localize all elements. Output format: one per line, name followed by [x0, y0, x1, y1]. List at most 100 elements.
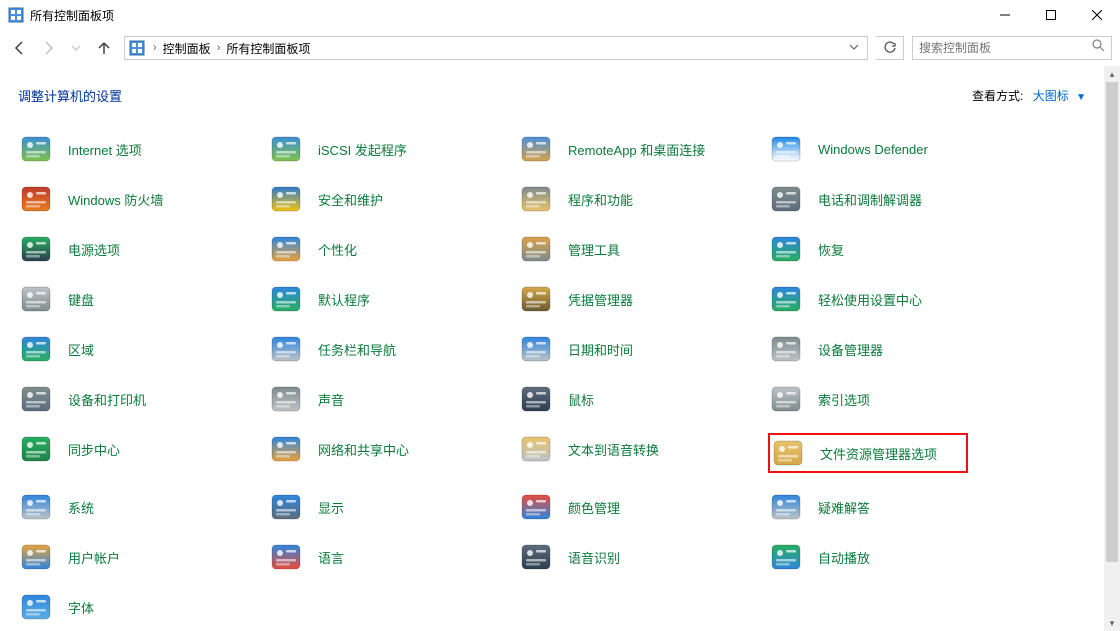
control-panel-item[interactable]: 设备管理器	[768, 333, 1018, 365]
item-label: 鼠标	[568, 390, 594, 409]
item-label: Internet 选项	[68, 140, 142, 159]
scroll-down-icon[interactable]: ▾	[1104, 615, 1120, 631]
control-panel-item[interactable]: 电源选项	[18, 233, 268, 265]
item-label: Windows Defender	[818, 142, 928, 157]
control-panel-item[interactable]: 文件资源管理器选项	[768, 433, 968, 473]
recovery-icon	[770, 233, 802, 265]
control-panel-item[interactable]: 用户帐户	[18, 541, 268, 573]
content-header: 调整计算机的设置 查看方式: 大图标 ▼	[18, 86, 1086, 105]
breadcrumb-sep-icon[interactable]: ›	[211, 42, 227, 54]
item-label: 自动播放	[818, 548, 870, 567]
control-panel-item[interactable]: 凭据管理器	[518, 283, 768, 315]
up-button[interactable]	[92, 36, 116, 60]
item-label: 个性化	[318, 240, 357, 259]
control-panel-item[interactable]: 电话和调制解调器	[768, 183, 1018, 215]
control-panel-item[interactable]: 系统	[18, 491, 268, 523]
search-input[interactable]	[919, 41, 1092, 55]
window-controls	[982, 0, 1120, 30]
item-label: 轻松使用设置中心	[818, 290, 922, 309]
view-by-label: 查看方式:	[972, 89, 1023, 103]
keyboard-icon	[20, 283, 52, 315]
control-panel-item[interactable]: 颜色管理	[518, 491, 768, 523]
address-bar[interactable]: › 控制面板 › 所有控制面板项	[124, 36, 868, 60]
item-label: 语言	[318, 548, 344, 567]
items-grid: Internet 选项 iSCSI 发起程序 RemoteApp 和桌面连接	[18, 133, 1086, 623]
control-panel-item[interactable]: 默认程序	[268, 283, 518, 315]
control-panel-item[interactable]: 显示	[268, 491, 518, 523]
control-panel-item[interactable]: 鼠标	[518, 383, 768, 415]
recent-locations-button[interactable]	[64, 36, 88, 60]
view-by-value[interactable]: 大图标	[1033, 89, 1069, 103]
control-panel-item[interactable]: 恢复	[768, 233, 1018, 265]
control-panel-item[interactable]: 安全和维护	[268, 183, 518, 215]
vertical-scrollbar[interactable]: ▴ ▾	[1104, 66, 1120, 631]
control-panel-item[interactable]: Windows 防火墙	[18, 183, 268, 215]
item-label: 显示	[318, 498, 344, 517]
control-panel-item[interactable]: 网络和共享中心	[268, 433, 518, 465]
control-panel-item[interactable]: 语音识别	[518, 541, 768, 573]
item-label: 文本到语音转换	[568, 440, 659, 459]
back-button[interactable]	[8, 36, 32, 60]
breadcrumb-root[interactable]: 控制面板	[163, 40, 211, 57]
chevron-down-icon[interactable]: ▼	[1076, 92, 1086, 103]
refresh-button[interactable]	[876, 36, 904, 60]
control-panel-item[interactable]: 日期和时间	[518, 333, 768, 365]
item-label: 电源选项	[68, 240, 120, 259]
search-box[interactable]	[912, 36, 1112, 60]
control-panel-item[interactable]: 程序和功能	[518, 183, 768, 215]
item-label: 文件资源管理器选项	[820, 444, 937, 463]
control-panel-item[interactable]: 字体	[18, 591, 268, 623]
control-panel-item[interactable]: 同步中心	[18, 433, 268, 465]
date-time-icon	[520, 333, 552, 365]
programs-features-icon	[520, 183, 552, 215]
minimize-button[interactable]	[982, 0, 1028, 30]
defender-icon	[770, 133, 802, 165]
item-label: 安全和维护	[318, 190, 383, 209]
control-panel-item[interactable]: 文本到语音转换	[518, 433, 768, 465]
close-button[interactable]	[1074, 0, 1120, 30]
control-panel-item[interactable]: iSCSI 发起程序	[268, 133, 518, 165]
scroll-up-icon[interactable]: ▴	[1104, 66, 1120, 82]
titlebar: 所有控制面板项	[0, 0, 1120, 30]
firewall-icon	[20, 183, 52, 215]
item-label: 网络和共享中心	[318, 440, 409, 459]
control-panel-item[interactable]: 语言	[268, 541, 518, 573]
view-by-control[interactable]: 查看方式: 大图标 ▼	[972, 87, 1086, 104]
breadcrumb-current[interactable]: 所有控制面板项	[226, 40, 310, 57]
control-panel-item[interactable]: RemoteApp 和桌面连接	[518, 133, 768, 165]
control-panel-item[interactable]: 疑难解答	[768, 491, 1018, 523]
control-panel-item[interactable]: 键盘	[18, 283, 268, 315]
control-panel-item[interactable]: 索引选项	[768, 383, 1018, 415]
control-panel-item[interactable]: 声音	[268, 383, 518, 415]
control-panel-item[interactable]: 轻松使用设置中心	[768, 283, 1018, 315]
control-panel-item[interactable]: Windows Defender	[768, 133, 1018, 165]
item-label: iSCSI 发起程序	[318, 140, 407, 159]
forward-button[interactable]	[36, 36, 60, 60]
search-icon[interactable]	[1092, 39, 1105, 57]
maximize-button[interactable]	[1028, 0, 1074, 30]
control-panel-item[interactable]: 个性化	[268, 233, 518, 265]
item-label: 日期和时间	[568, 340, 633, 359]
region-icon	[20, 333, 52, 365]
item-label: RemoteApp 和桌面连接	[568, 140, 705, 159]
sync-center-icon	[20, 433, 52, 465]
control-panel-item[interactable]: 设备和打印机	[18, 383, 268, 415]
item-label: 用户帐户	[68, 548, 120, 567]
ease-of-access-icon	[770, 283, 802, 315]
breadcrumb-sep-icon[interactable]: ›	[147, 42, 163, 54]
control-panel-item[interactable]: 任务栏和导航	[268, 333, 518, 365]
item-label: 区域	[68, 340, 94, 359]
system-icon	[20, 491, 52, 523]
content-area: 调整计算机的设置 查看方式: 大图标 ▼ Internet 选项 iSCSI 发…	[0, 66, 1104, 631]
control-panel-item[interactable]: Internet 选项	[18, 133, 268, 165]
control-panel-item[interactable]: 自动播放	[768, 541, 1018, 573]
address-dropdown-icon[interactable]	[845, 39, 863, 57]
power-options-icon	[20, 233, 52, 265]
control-panel-item[interactable]: 区域	[18, 333, 268, 365]
item-label: 键盘	[68, 290, 94, 309]
file-explorer-options-icon	[772, 437, 804, 469]
scroll-thumb[interactable]	[1106, 82, 1118, 562]
display-icon	[270, 491, 302, 523]
item-label: 恢复	[818, 240, 844, 259]
control-panel-item[interactable]: 管理工具	[518, 233, 768, 265]
